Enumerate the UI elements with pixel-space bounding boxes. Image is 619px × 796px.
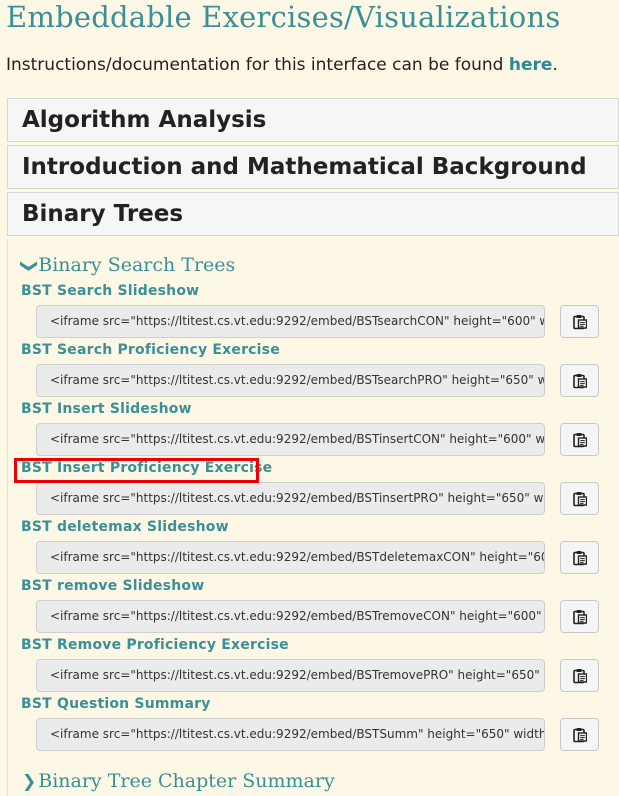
exercise-link[interactable]: BST Question Summary (21, 696, 211, 712)
embed-code-field[interactable]: <iframe src="https://ltitest.cs.vt.edu:9… (36, 364, 545, 397)
page-title: Embeddable Exercises/Visualizations (6, 0, 561, 34)
embed-code-field[interactable]: <iframe src="https://ltitest.cs.vt.edu:9… (36, 718, 545, 751)
clipboard-icon (573, 610, 587, 625)
exercise-link[interactable]: BST remove Slideshow (21, 578, 204, 594)
copy-button[interactable] (560, 423, 599, 456)
chevron-down-icon: ❯ (19, 258, 40, 274)
subsection-title: Binary Tree Chapter Summary (38, 770, 335, 792)
embed-code-field[interactable]: <iframe src="https://ltitest.cs.vt.edu:9… (36, 482, 545, 515)
subsection-title: Binary Search Trees (38, 254, 236, 276)
clipboard-icon (573, 374, 587, 389)
clipboard-icon (573, 728, 587, 743)
intro-text-label: Instructions/documentation for this inte… (6, 55, 509, 75)
exercise-link[interactable]: BST Search Slideshow (21, 283, 199, 299)
documentation-link[interactable]: here (509, 55, 553, 75)
embed-code-field[interactable]: <iframe src="https://ltitest.cs.vt.edu:9… (36, 659, 545, 692)
chevron-right-icon: ❯ (22, 772, 37, 792)
section-binary-trees[interactable]: Binary Trees (7, 192, 619, 236)
copy-button[interactable] (560, 364, 599, 397)
embed-code-field[interactable]: <iframe src="https://ltitest.cs.vt.edu:9… (36, 541, 545, 574)
exercise-link[interactable]: BST Remove Proficiency Exercise (21, 637, 289, 653)
clipboard-icon (573, 315, 587, 330)
exercise-link[interactable]: BST Search Proficiency Exercise (21, 342, 280, 358)
copy-button[interactable] (560, 305, 599, 338)
copy-button[interactable] (560, 541, 599, 574)
embed-code-field[interactable]: <iframe src="https://ltitest.cs.vt.edu:9… (36, 423, 545, 456)
section-intro-math-background[interactable]: Introduction and Mathematical Background (7, 145, 619, 189)
highlight-box (14, 458, 259, 483)
copy-button[interactable] (560, 659, 599, 692)
intro-text-end: . (552, 55, 558, 75)
exercise-link[interactable]: BST Insert Slideshow (21, 401, 192, 417)
clipboard-icon (573, 492, 587, 507)
copy-button[interactable] (560, 482, 599, 515)
subsection-binary-tree-chapter-summary[interactable]: ❯ Binary Tree Chapter Summary (22, 770, 335, 792)
copy-button[interactable] (560, 600, 599, 633)
exercise-link[interactable]: BST deletemax Slideshow (21, 519, 229, 535)
section-algorithm-analysis[interactable]: Algorithm Analysis (7, 98, 619, 142)
clipboard-icon (573, 551, 587, 566)
subsection-binary-search-trees[interactable]: ❯Binary Search Trees (19, 254, 236, 276)
copy-button[interactable] (560, 718, 599, 751)
embed-code-field[interactable]: <iframe src="https://ltitest.cs.vt.edu:9… (36, 305, 545, 338)
intro-text: Instructions/documentation for this inte… (6, 55, 558, 75)
clipboard-icon (573, 433, 587, 448)
clipboard-icon (573, 669, 587, 684)
embed-code-field[interactable]: <iframe src="https://ltitest.cs.vt.edu:9… (36, 600, 545, 633)
